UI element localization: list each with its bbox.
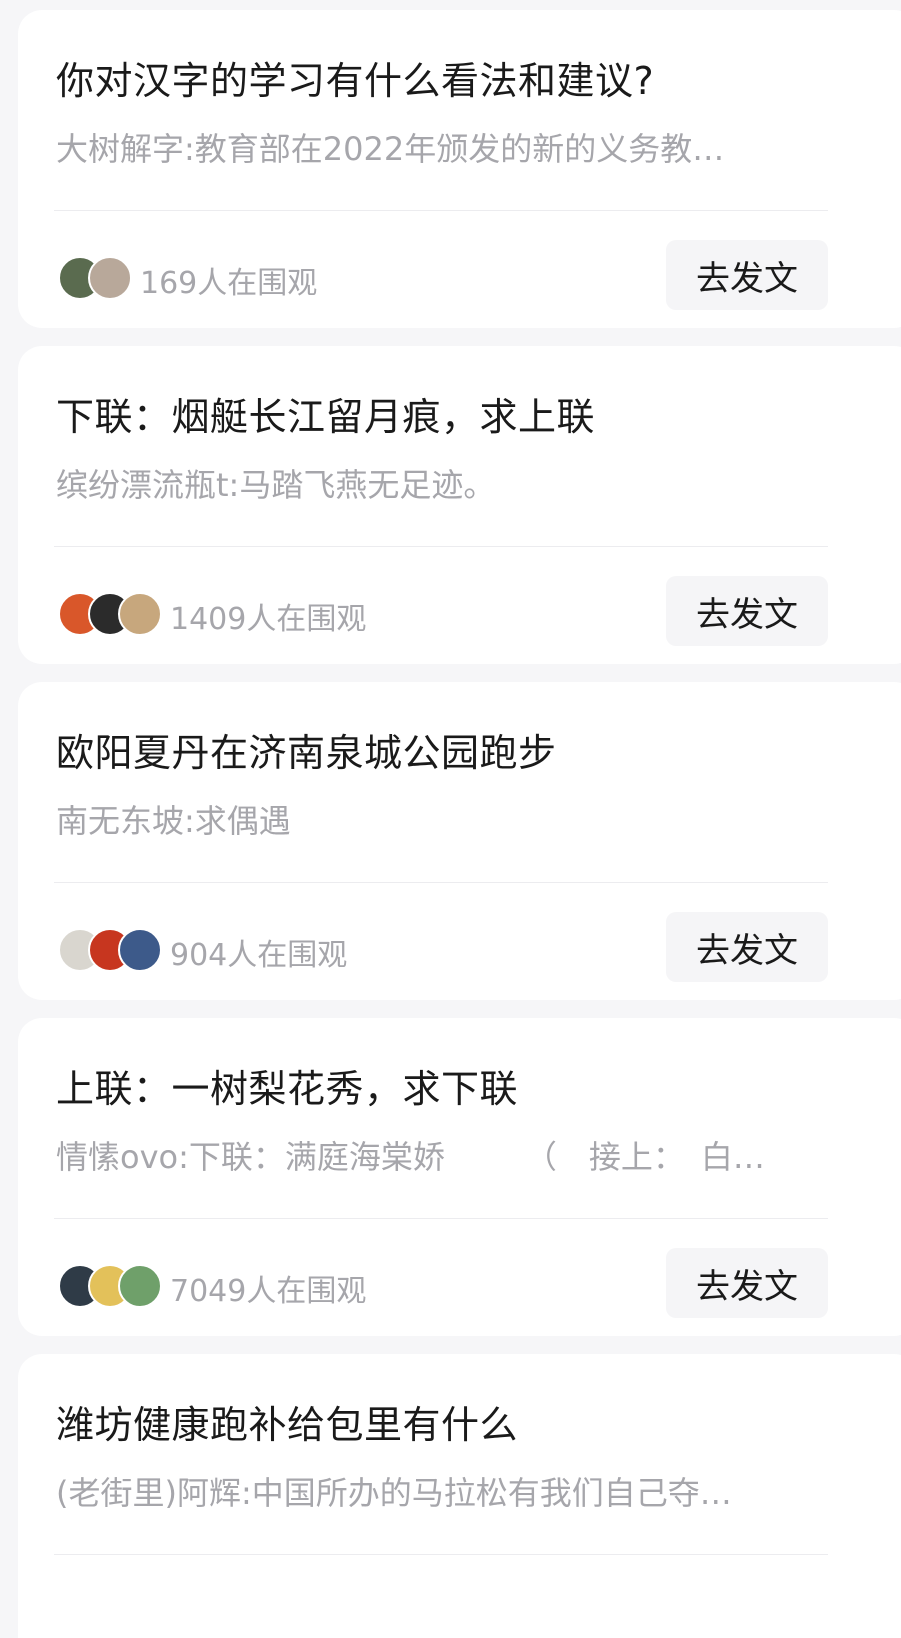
- avatar: [88, 256, 132, 300]
- topic-card[interactable]: 潍坊健康跑补给包里有什么 (老街里)阿辉:中国所办的马拉松有我们自己夺…: [18, 1354, 901, 1638]
- topic-card[interactable]: 下联：烟艇长江留月痕，求上联 缤纷漂流瓶t:马踏飞燕无足迹。 1409人在围观 …: [18, 346, 901, 664]
- divider: [54, 1218, 828, 1219]
- divider: [54, 1554, 828, 1555]
- divider: [54, 546, 828, 547]
- avatar: [118, 928, 162, 972]
- divider: [54, 210, 828, 211]
- watcher-count: 904人在围观: [170, 938, 348, 973]
- watcher-count: 1409人在围观: [170, 602, 367, 637]
- topic-preview[interactable]: 缤纷漂流瓶t:马踏飞燕无足迹。: [56, 460, 816, 506]
- topic-title[interactable]: 你对汉字的学习有什么看法和建议?: [56, 50, 654, 105]
- divider: [54, 882, 828, 883]
- watcher-count: 7049人在围观: [170, 1274, 367, 1309]
- avatar: [118, 592, 162, 636]
- topic-card[interactable]: 欧阳夏丹在济南泉城公园跑步 南无东坡:求偶遇 904人在围观 去发文: [18, 682, 901, 1000]
- topic-card[interactable]: 上联：一树梨花秀，求下联 情愫ovo:下联：满庭海棠娇 （ 接上： 白… 704…: [18, 1018, 901, 1336]
- topic-preview[interactable]: 情愫ovo:下联：满庭海棠娇 （ 接上： 白…: [56, 1132, 816, 1178]
- topic-title[interactable]: 上联：一树梨花秀，求下联: [56, 1058, 518, 1113]
- topic-title[interactable]: 欧阳夏丹在济南泉城公园跑步: [56, 722, 557, 777]
- topic-card[interactable]: 你对汉字的学习有什么看法和建议? 大树解字:教育部在2022年颁发的新的义务教……: [18, 10, 901, 328]
- avatar: [118, 1264, 162, 1308]
- topic-title[interactable]: 下联：烟艇长江留月痕，求上联: [56, 386, 595, 441]
- watcher-count: 169人在围观: [140, 266, 318, 301]
- topic-preview[interactable]: (老街里)阿辉:中国所办的马拉松有我们自己夺…: [56, 1468, 816, 1514]
- topic-preview[interactable]: 大树解字:教育部在2022年颁发的新的义务教…: [56, 124, 816, 170]
- post-button[interactable]: 去发文: [666, 240, 828, 310]
- topic-preview[interactable]: 南无东坡:求偶遇: [56, 796, 816, 842]
- post-button[interactable]: 去发文: [666, 576, 828, 646]
- post-button[interactable]: 去发文: [666, 1248, 828, 1318]
- post-button[interactable]: 去发文: [666, 912, 828, 982]
- topic-title[interactable]: 潍坊健康跑补给包里有什么: [56, 1394, 518, 1449]
